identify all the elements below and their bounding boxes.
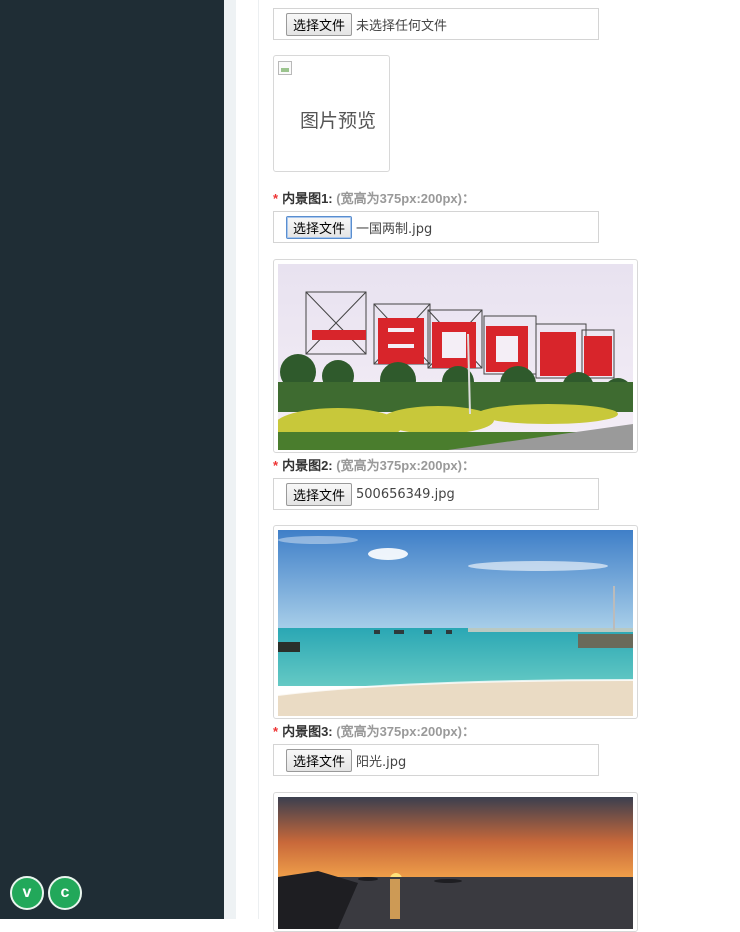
file-name-text: 500656349.jpg <box>356 486 455 502</box>
inner-image-3-preview <box>273 792 638 932</box>
choose-file-button[interactable]: 选择文件 <box>286 482 353 506</box>
size-hint: (宽高为375px:200px)： <box>336 191 475 206</box>
avatar-v[interactable]: v <box>10 876 44 910</box>
inner-image-2-label: * 内景图2: (宽高为375px:200px)： <box>273 458 475 473</box>
required-mark: * <box>273 458 279 473</box>
inner-image-2-file-input[interactable]: 选择文件 500656349.jpg <box>273 478 599 510</box>
inner-image-3-file-input[interactable]: 选择文件 阳光.jpg <box>273 744 599 776</box>
file-name-text: 一国两制.jpg <box>356 221 433 237</box>
slogan-photo <box>278 264 633 450</box>
broken-image-icon <box>278 61 292 75</box>
required-mark: * <box>273 724 279 739</box>
inner-image-3-label: * 内景图3: (宽高为375px:200px)： <box>273 724 475 739</box>
choose-file-button[interactable]: 选择文件 <box>286 12 353 36</box>
sidebar-gutter <box>224 0 236 919</box>
inner-image-1-preview <box>273 259 638 453</box>
size-hint: (宽高为375px:200px)： <box>336 724 475 739</box>
file-name-text: 阳光.jpg <box>356 754 407 770</box>
required-mark: * <box>273 191 279 206</box>
preview-alt-text: 图片预览 <box>300 110 377 132</box>
inner-image-2-preview <box>273 525 638 719</box>
sidebar: v c <box>0 0 224 919</box>
inner-image-1-file-input[interactable]: 选择文件 一国两制.jpg <box>273 211 599 243</box>
choose-file-button[interactable]: 选择文件 <box>286 748 353 772</box>
content-border <box>258 0 259 919</box>
inner-image-1-label: * 内景图1: (宽高为375px:200px)： <box>273 191 475 206</box>
sunset-photo <box>278 797 633 929</box>
avatar-c[interactable]: c <box>48 876 82 910</box>
cover-file-input[interactable]: 选择文件 未选择任何文件 <box>273 8 599 40</box>
beach-photo <box>278 530 633 716</box>
cover-image-preview: 图片预览 <box>273 55 390 172</box>
size-hint: (宽高为375px:200px)： <box>336 458 475 473</box>
file-name-text: 未选择任何文件 <box>356 18 448 34</box>
choose-file-button[interactable]: 选择文件 <box>286 215 353 239</box>
